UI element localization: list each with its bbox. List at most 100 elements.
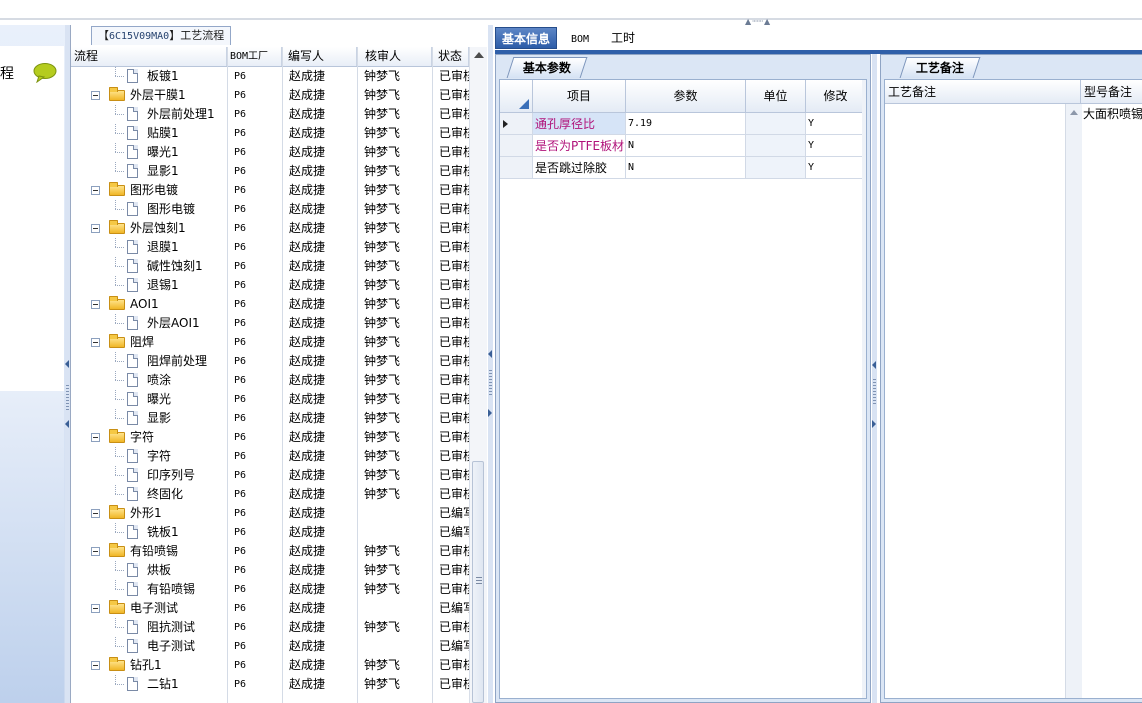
tree-node-group[interactable]: 外形1 P6 赵成捷 已编写 — [71, 504, 469, 523]
splitter-grip[interactable] — [66, 385, 69, 411]
tree-node-step[interactable]: 外层AOI1 P6 赵成捷 钟梦飞 已审核 — [71, 314, 469, 333]
model-note-cell[interactable]: 大面积喷锡, — [1083, 104, 1142, 124]
collapse-toggle-icon[interactable] — [91, 661, 100, 670]
tree-node-step[interactable]: 显影1 P6 赵成捷 钟梦飞 已审核 — [71, 162, 469, 181]
column-header-parameter[interactable]: 参数 — [626, 80, 746, 113]
column-header-flow[interactable]: 流程 — [71, 47, 227, 66]
notes-scrollbar[interactable] — [1065, 104, 1082, 698]
param-modify-cell[interactable]: Y — [806, 157, 866, 179]
tree-node-step[interactable]: 曝光1 P6 赵成捷 钟梦飞 已审核 — [71, 143, 469, 162]
collapse-arrow-icon[interactable] — [65, 420, 69, 428]
tree-node-group[interactable]: 有铅喷锡 P6 赵成捷 钟梦飞 已审核 — [71, 542, 469, 561]
param-value-cell[interactable]: N — [626, 135, 746, 157]
column-header-model-note[interactable]: 型号备注 — [1081, 80, 1142, 104]
panel-tab-prefix: 【 — [98, 29, 109, 42]
tree-node-step[interactable]: 印序列号 P6 赵成捷 钟梦飞 已审核 — [71, 466, 469, 485]
tree-node-group[interactable]: AOI1 P6 赵成捷 钟梦飞 已审核 — [71, 295, 469, 314]
param-value-cell[interactable]: N — [626, 157, 746, 179]
tree-node-step[interactable]: 板镀1 P6 赵成捷 钟梦飞 已审核 — [71, 67, 469, 86]
param-row[interactable]: 是否为PTFE板材 N Y — [500, 135, 868, 157]
reviewer-cell: 钟梦飞 — [364, 69, 401, 83]
scroll-up-arrow-icon[interactable] — [1070, 110, 1078, 115]
row-header[interactable] — [500, 113, 533, 135]
tree-node-step[interactable]: 二钻1 P6 赵成捷 钟梦飞 已审核 — [71, 675, 469, 694]
param-unit-cell[interactable] — [746, 113, 806, 135]
tree-node-step[interactable]: 碱性蚀刻1 P6 赵成捷 钟梦飞 已审核 — [71, 257, 469, 276]
middle-splitter[interactable] — [488, 25, 493, 703]
column-header-bom-factory[interactable]: BOM工厂 — [227, 47, 282, 66]
grid-corner[interactable] — [500, 80, 533, 113]
column-header-unit[interactable]: 单位 — [746, 80, 806, 113]
tree-node-step[interactable]: 喷涂 P6 赵成捷 钟梦飞 已审核 — [71, 371, 469, 390]
column-header-author[interactable]: 编写人 — [282, 47, 357, 66]
right-splitter[interactable] — [872, 54, 877, 703]
collapse-arrow-icon[interactable] — [488, 350, 492, 358]
param-row[interactable]: 通孔厚径比 7.19 Y — [500, 113, 868, 135]
param-modify-cell[interactable]: Y — [806, 135, 866, 157]
collapse-toggle-icon[interactable] — [91, 509, 100, 518]
collapse-arrow-icon[interactable] — [872, 361, 876, 369]
collapse-toggle-icon[interactable] — [91, 91, 100, 100]
speech-bubble-icon[interactable] — [33, 63, 57, 83]
collapse-toggle-icon[interactable] — [91, 186, 100, 195]
param-modify-cell[interactable]: Y — [806, 113, 866, 135]
scroll-up-arrow-icon[interactable] — [474, 52, 484, 58]
tab-work-hours[interactable]: 工时 — [605, 27, 641, 49]
tab-basic-info[interactable]: 基本信息 — [495, 27, 558, 49]
tab-basic-params[interactable]: 基本参数 — [506, 57, 588, 78]
column-header-modify[interactable]: 修改 — [806, 80, 866, 113]
param-item-cell[interactable]: 是否为PTFE板材 — [533, 135, 626, 157]
tree-node-step[interactable]: 字符 P6 赵成捷 钟梦飞 已审核 — [71, 447, 469, 466]
row-header[interactable] — [500, 135, 533, 157]
tree-node-step[interactable]: 阻焊前处理 P6 赵成捷 钟梦飞 已审核 — [71, 352, 469, 371]
reviewer-cell: 钟梦飞 — [364, 582, 401, 596]
collapse-toggle-icon[interactable] — [91, 338, 100, 347]
tree-node-group[interactable]: 字符 P6 赵成捷 钟梦飞 已审核 — [71, 428, 469, 447]
splitter-grip[interactable] — [489, 370, 492, 396]
row-header[interactable] — [500, 157, 533, 179]
scrollbar-thumb[interactable] — [472, 461, 484, 703]
column-header-item[interactable]: 项目 — [533, 80, 626, 113]
tree-node-group[interactable]: 外层蚀刻1 P6 赵成捷 钟梦飞 已审核 — [71, 219, 469, 238]
tree-node-step[interactable]: 曝光 P6 赵成捷 钟梦飞 已审核 — [71, 390, 469, 409]
tree-node-group[interactable]: 电子测试 P6 赵成捷 已编写 — [71, 599, 469, 618]
tab-bom[interactable]: BOM — [565, 27, 595, 49]
collapse-toggle-icon[interactable] — [91, 224, 100, 233]
param-row[interactable]: 是否跳过除胶 N Y — [500, 157, 868, 179]
tree-node-step[interactable]: 外层前处理1 P6 赵成捷 钟梦飞 已审核 — [71, 105, 469, 124]
splitter-grip[interactable] — [873, 379, 876, 405]
collapse-toggle-icon[interactable] — [91, 300, 100, 309]
column-header-process-note[interactable]: 工艺备注 — [885, 80, 1081, 104]
tree-node-step[interactable]: 终固化 P6 赵成捷 钟梦飞 已审核 — [71, 485, 469, 504]
collapse-arrow-icon[interactable] — [65, 360, 69, 368]
tree-node-step[interactable]: 退膜1 P6 赵成捷 钟梦飞 已审核 — [71, 238, 469, 257]
param-unit-cell[interactable] — [746, 135, 806, 157]
expand-arrow-icon[interactable] — [488, 409, 492, 417]
param-item-cell[interactable]: 通孔厚径比 — [533, 113, 626, 135]
param-value-cell[interactable]: 7.19 — [626, 113, 746, 135]
tree-node-group[interactable]: 钻孔1 P6 赵成捷 钟梦飞 已审核 — [71, 656, 469, 675]
tab-process-notes[interactable]: 工艺备注 — [899, 57, 981, 78]
param-unit-cell[interactable] — [746, 157, 806, 179]
column-header-status[interactable]: 状态 — [432, 47, 469, 66]
collapse-toggle-icon[interactable] — [91, 433, 100, 442]
tree-node-step[interactable]: 电子测试 P6 赵成捷 已编写 — [71, 637, 469, 656]
tree-node-group[interactable]: 图形电镀 P6 赵成捷 钟梦飞 已审核 — [71, 181, 469, 200]
tree-vertical-scrollbar[interactable] — [469, 47, 487, 703]
tree-node-step[interactable]: 显影 P6 赵成捷 钟梦飞 已审核 — [71, 409, 469, 428]
tree-node-step[interactable]: 贴膜1 P6 赵成捷 钟梦飞 已审核 — [71, 124, 469, 143]
tree-node-step[interactable]: 有铅喷锡 P6 赵成捷 钟梦飞 已审核 — [71, 580, 469, 599]
expand-arrow-icon[interactable] — [872, 420, 876, 428]
collapse-toggle-icon[interactable] — [91, 604, 100, 613]
param-item-cell[interactable]: 是否跳过除胶 — [533, 157, 626, 179]
process-flow-tab[interactable]: 【6C15V09MA0】工艺流程 — [91, 26, 232, 45]
tree-node-group[interactable]: 外层干膜1 P6 赵成捷 钟梦飞 已审核 — [71, 86, 469, 105]
tree-node-step[interactable]: 退锡1 P6 赵成捷 钟梦飞 已审核 — [71, 276, 469, 295]
tree-node-step[interactable]: 烘板 P6 赵成捷 钟梦飞 已审核 — [71, 561, 469, 580]
collapse-toggle-icon[interactable] — [91, 547, 100, 556]
column-header-reviewer[interactable]: 核审人 — [357, 47, 432, 66]
tree-node-step[interactable]: 铣板1 P6 赵成捷 已编写 — [71, 523, 469, 542]
tree-node-step[interactable]: 阻抗测试 P6 赵成捷 钟梦飞 已审核 — [71, 618, 469, 637]
tree-node-group[interactable]: 阻焊 P6 赵成捷 钟梦飞 已审核 — [71, 333, 469, 352]
tree-node-step[interactable]: 图形电镀 P6 赵成捷 钟梦飞 已审核 — [71, 200, 469, 219]
